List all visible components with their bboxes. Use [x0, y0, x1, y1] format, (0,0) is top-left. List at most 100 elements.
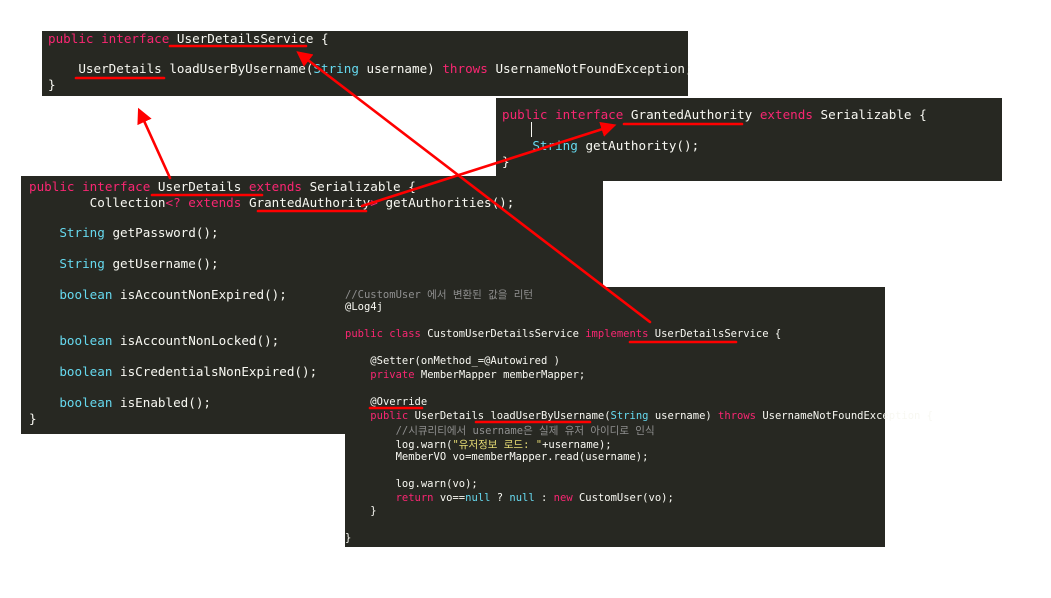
- granted-authority-panel: public interface GrantedAuthority extend…: [496, 98, 1002, 181]
- extends-keyword: extends: [188, 195, 242, 210]
- private-keyword: private: [370, 369, 415, 381]
- user-details-service-panel: public interface UserDetailsService { Us…: [42, 31, 693, 96]
- generic-close: >: [370, 195, 378, 210]
- extends-keyword: extends: [759, 107, 813, 122]
- log-call: log.warn(: [395, 439, 453, 451]
- code-line: boolean isCredentialsNonExpired();: [29, 364, 317, 379]
- code-line: MemberVO vo=memberMapper.read(username);: [345, 451, 649, 463]
- log-call: log.warn(vo);: [395, 478, 478, 490]
- return-type: String: [532, 138, 578, 153]
- code-line: //시큐리티에서 username은 실제 유저 아이디로 인식: [345, 423, 655, 438]
- code-line: public interface GrantedAuthority extend…: [502, 107, 927, 122]
- interface-name: UserDetails: [157, 179, 242, 194]
- method-name: isAccountNonLocked();: [120, 333, 280, 348]
- class-name: CustomUserDetailsService: [427, 328, 579, 340]
- closing-brace: }: [502, 154, 510, 169]
- keyword: public class: [345, 328, 421, 340]
- throws-keyword: throws: [442, 61, 488, 76]
- extends-keyword: extends: [248, 179, 302, 194]
- code-line: @Log4j: [345, 301, 383, 313]
- parent-interface: Serializable: [309, 179, 401, 194]
- code-line: log.warn(vo);: [345, 478, 478, 490]
- code-line: boolean isAccountNonExpired();: [29, 287, 286, 302]
- closing-brace: }: [345, 532, 352, 544]
- method-name: loadUserByUsername(: [169, 61, 314, 76]
- closing-brace: }: [370, 505, 377, 517]
- new-keyword: new: [553, 492, 573, 504]
- brace: {: [774, 328, 782, 340]
- method-type: String: [59, 225, 105, 240]
- setter-annotation: @Setter(onMethod_=@Autowired ): [370, 355, 560, 367]
- brace: {: [321, 31, 329, 46]
- code-line: log.warn("유저정보 로드: "+username);: [345, 437, 612, 452]
- code-line: }: [502, 154, 510, 169]
- param-name: username): [654, 410, 712, 422]
- interface-name: GrantedAuthority: [630, 107, 753, 122]
- keyword: public interface: [48, 31, 170, 46]
- ternary-colon: :: [534, 492, 554, 504]
- method-name: isCredentialsNonExpired();: [120, 364, 318, 379]
- method-type: boolean: [59, 364, 113, 379]
- return-keyword: return: [395, 492, 434, 504]
- exception-name: UsernameNotFoundException;: [495, 61, 693, 76]
- override-annotation: @Override: [370, 396, 428, 408]
- method-type: boolean: [59, 395, 113, 410]
- method-type: boolean: [59, 287, 113, 302]
- code-line: String getUsername();: [29, 256, 218, 271]
- code-line: String getPassword();: [29, 225, 219, 240]
- code-line: //CustomUser 에서 변환된 값을 리턴: [345, 287, 533, 302]
- brace: {: [408, 179, 416, 194]
- code-line: return vo==null ? null : new CustomUser(…: [345, 492, 674, 504]
- field-declaration: MemberMapper memberMapper;: [420, 369, 586, 381]
- comment: //시큐리티에서 username은 실제 유저 아이디로 인식: [395, 425, 655, 437]
- code-line: public class CustomUserDetailsService im…: [345, 328, 781, 340]
- null-literal: null: [465, 492, 491, 504]
- string-literal: "유저정보 로드: ": [452, 439, 543, 451]
- condition: vo==: [439, 492, 466, 504]
- code-line: private MemberMapper memberMapper;: [345, 369, 585, 381]
- closing-brace: }: [29, 411, 37, 426]
- code-line: Collection<? extends GrantedAuthority> g…: [29, 195, 515, 210]
- return-type: UserDetails: [414, 410, 485, 422]
- read-statement: MemberVO vo=memberMapper.read(username);: [395, 451, 649, 463]
- param-name: username): [366, 61, 435, 76]
- constructor-call: CustomUser(vo);: [578, 492, 674, 504]
- code-line: public UserDetails loadUserByUsername(St…: [345, 410, 933, 422]
- return-type: UserDetails: [78, 61, 162, 76]
- granted-authority-ref: GrantedAuthority: [248, 195, 371, 210]
- method-name: getAuthorities();: [385, 195, 515, 210]
- log-call-args: +username);: [542, 439, 612, 451]
- null-literal: null: [509, 492, 535, 504]
- collection-type: Collection: [89, 195, 166, 210]
- method-name: getPassword();: [112, 225, 219, 240]
- method-name: loadUserByUsername(: [490, 410, 611, 422]
- parent-interface: Serializable: [820, 107, 912, 122]
- custom-user-details-service-panel: //CustomUser 에서 변환된 값을 리턴 @Log4j public …: [345, 287, 933, 547]
- code-line: boolean isAccountNonLocked();: [29, 333, 279, 348]
- code-line: }: [345, 532, 351, 544]
- implements-keyword: implements: [585, 328, 649, 340]
- keyword: public interface: [502, 107, 624, 122]
- exception-name: UsernameNotFoundException {: [762, 410, 933, 422]
- interface-name: UserDetailsService: [176, 31, 314, 46]
- param-type: String: [313, 61, 359, 76]
- brace: {: [919, 107, 927, 122]
- throws-keyword: throws: [718, 410, 756, 422]
- log4j-annotation: @Log4j: [345, 301, 383, 313]
- method-name: getAuthority();: [585, 138, 700, 153]
- code-line: }: [345, 505, 377, 517]
- generic-open: <?: [165, 195, 181, 210]
- code-line: public interface UserDetailsService {: [48, 31, 329, 46]
- implemented-interface: UserDetailsService: [654, 328, 769, 340]
- code-line: @Override: [345, 396, 427, 408]
- public-keyword: public: [370, 410, 409, 422]
- code-line: UserDetails loadUserByUsername(String us…: [48, 61, 693, 76]
- code-line: public interface UserDetails extends Ser…: [29, 179, 416, 194]
- arrow-to-user-details: [137, 107, 172, 180]
- closing-brace: }: [48, 77, 56, 92]
- code-line: @Setter(onMethod_=@Autowired ): [345, 355, 560, 367]
- ternary-q: ?: [490, 492, 510, 504]
- method-type: String: [59, 256, 105, 271]
- text-cursor: [531, 122, 532, 137]
- code-line: String getAuthority();: [502, 138, 699, 153]
